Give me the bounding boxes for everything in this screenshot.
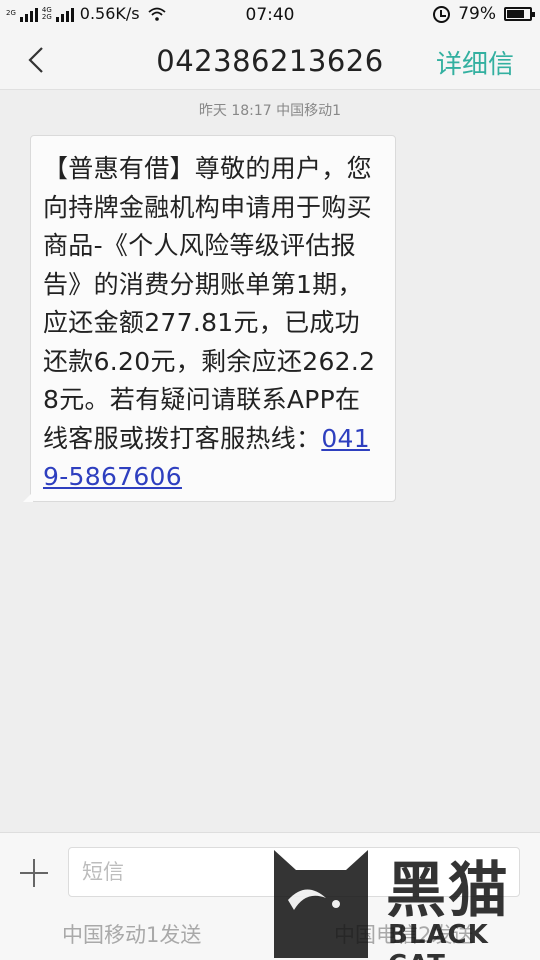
message-bubble: 【普惠有借】尊敬的用户，您向持牌金融机构申请用于购买商品-《个人风险等级评估报告… [23, 135, 396, 502]
battery-icon [504, 7, 535, 21]
battery-level [507, 10, 525, 18]
cat-logo-icon [274, 850, 368, 958]
alarm-icon [433, 5, 451, 23]
message-text: 【普惠有借】尊敬的用户，您向持牌金融机构申请用于购买商品-《个人风险等级评估报告… [43, 154, 376, 453]
conversation-header: 042386213626 详细信 [0, 30, 540, 90]
message-timestamp: 昨天 18:17 中国移动1 [198, 103, 342, 119]
message-body: 【普惠有借】尊敬的用户，您向持牌金融机构申请用于购买商品-《个人风险等级评估报告… [43, 150, 383, 497]
status-right: 79% [433, 4, 535, 24]
plus-icon[interactable] [18, 857, 50, 889]
blackcat-watermark: 黑猫 BLACK CAT [266, 840, 540, 960]
details-button[interactable]: 详细信 [436, 44, 514, 81]
battery-percent: 79% [458, 4, 496, 24]
bubble-tail [23, 492, 33, 502]
watermark-brand-en: BLACK CAT [388, 920, 489, 960]
send-sim1-button[interactable]: 中国移动1发送 [62, 919, 201, 949]
status-bar: 2G 4G 2G 0.56K/s 07:40 79% [0, 0, 540, 30]
watermark-brand-cn: 黑猫 [386, 856, 510, 926]
